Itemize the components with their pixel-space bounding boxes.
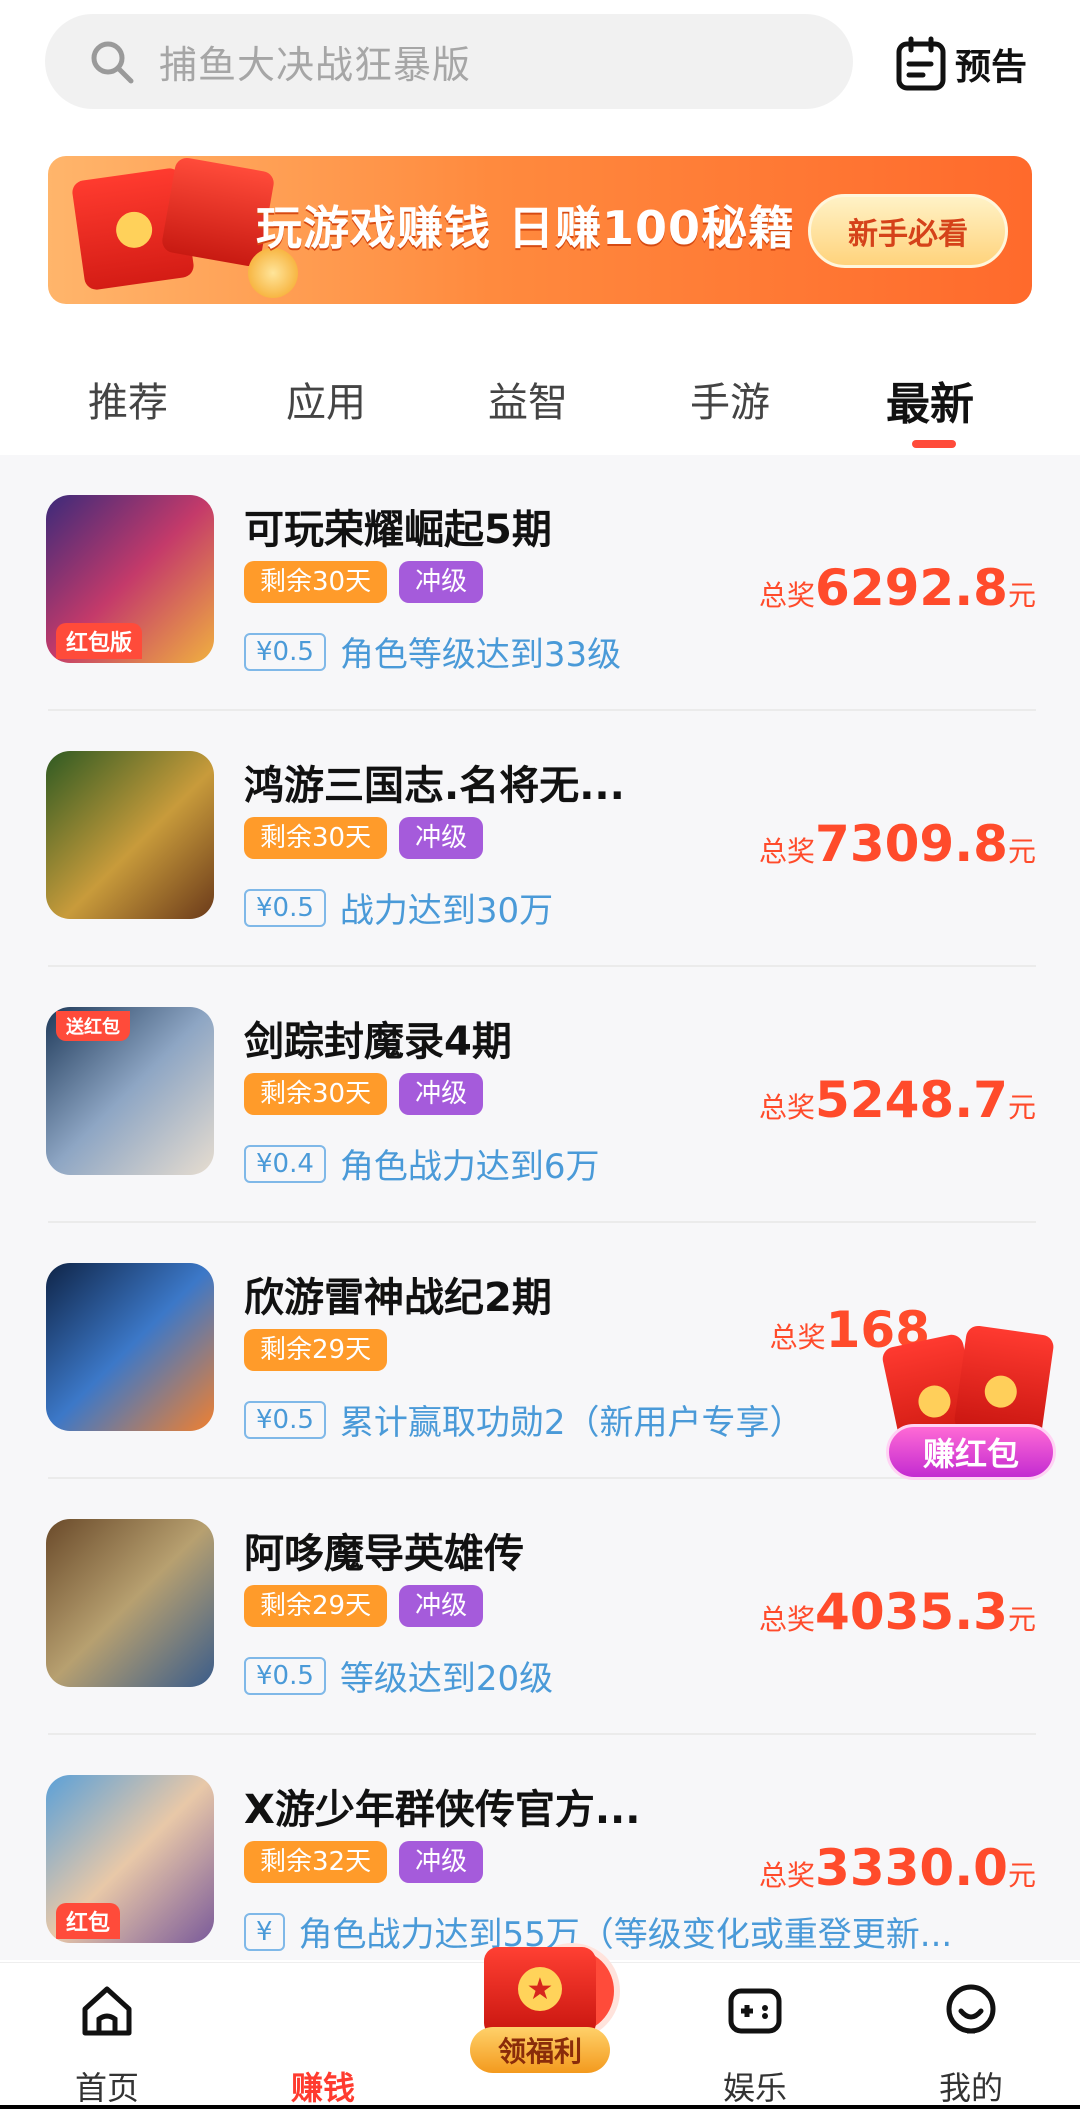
prize-value: 5248.7 [815, 1071, 1008, 1129]
level-badge: 冲级 [399, 1585, 484, 1627]
total-prize: 总奖 7309.8 元 [759, 815, 1036, 873]
total-prize: 总奖 6292.8 元 [759, 559, 1036, 617]
nav-entertainment[interactable]: 娱乐 [680, 1963, 830, 2109]
game-list: 红包版 可玩荣耀崛起5期 剩余30天 冲级 ¥0.5 角色等级达到33级 总奖 … [0, 455, 1080, 1960]
search-bar[interactable]: 捕鱼大决战狂暴版 [45, 14, 853, 109]
days-left-badge: 剩余32天 [244, 1841, 388, 1883]
prize-label: 总奖 [769, 1321, 826, 1354]
total-prize: 总奖 5248.7 元 [759, 1071, 1036, 1129]
days-left-badge: 剩余30天 [244, 561, 388, 603]
calendar-icon [895, 36, 947, 92]
reward-amount: ¥0.5 [244, 632, 326, 671]
thumb-tag: 红包 [56, 1903, 121, 1939]
days-left-badge: 剩余29天 [244, 1329, 388, 1371]
thumb-tag: 送红包 [56, 1011, 130, 1041]
promo-banner[interactable]: 玩游戏赚钱 日赚100秘籍 新手必看 [48, 156, 1032, 304]
prize-label: 总奖 [759, 1091, 816, 1124]
tab-apps[interactable]: 应用 [286, 370, 366, 428]
category-tabs: 推荐 应用 益智 手游 最新 [0, 340, 1080, 450]
game-name: 剑踪封魔录4期 [244, 1019, 512, 1065]
reward-amount: ¥0.5 [244, 888, 326, 927]
prize-label: 总奖 [759, 579, 816, 612]
task-description: 角色战力达到55万（等级变化或重登更新... [298, 1915, 953, 1955]
total-prize: 总奖 3330.0 元 [759, 1839, 1036, 1897]
nav-profile-label: 我的 [938, 2069, 1003, 2107]
reward-amount: ¥ [244, 1912, 285, 1951]
days-left-badge: 剩余30天 [244, 1073, 388, 1115]
prize-label: 总奖 [759, 1859, 816, 1892]
preview-button[interactable]: 预告 [895, 36, 1027, 92]
days-left-badge: 剩余29天 [244, 1585, 388, 1627]
task-description: 等级达到20级 [339, 1659, 554, 1699]
prize-unit: 元 [1007, 1603, 1036, 1636]
preview-label: 预告 [955, 47, 1028, 88]
star-icon: ★ [518, 1967, 562, 2011]
game-thumbnail [46, 751, 214, 919]
home-indicator [0, 2105, 1080, 2109]
total-prize: 总奖 4035.3 元 [759, 1583, 1036, 1641]
nav-profile[interactable]: 我的 [896, 1963, 1046, 2109]
banner-title: 玩游戏赚钱 日赚100秘籍 [256, 201, 796, 255]
prize-label: 总奖 [759, 835, 816, 868]
tab-recommend[interactable]: 推荐 [88, 370, 168, 428]
prize-value: 4035.3 [815, 1583, 1008, 1641]
list-item[interactable]: 阿哆魔导英雄传 剩余29天 冲级 ¥0.5 等级达到20级 总奖 4035.3 … [0, 1479, 1080, 1735]
level-badge: 冲级 [399, 1073, 484, 1115]
game-name: 鸿游三国志.名将无... [244, 763, 625, 809]
game-thumbnail: 送红包 [46, 1007, 214, 1175]
reward-amount: ¥0.4 [244, 1144, 326, 1183]
game-name: 阿哆魔导英雄传 [244, 1531, 524, 1577]
banner-cta-button[interactable]: 新手必看 [808, 194, 1008, 268]
prize-unit: 元 [1007, 1091, 1036, 1124]
prize-unit: 元 [1007, 579, 1036, 612]
home-icon [77, 1981, 137, 2041]
game-thumbnail: 红包 [46, 1775, 214, 1943]
tab-newest[interactable]: 最新 [886, 368, 974, 432]
nav-earn[interactable]: ¥ 赚钱 [248, 1943, 620, 2109]
game-name: 欣游雷神战纪2期 [244, 1275, 552, 1321]
days-left-badge: 剩余30天 [244, 817, 388, 859]
task-description: 累计赢取功勋2（新用户专享） [339, 1403, 804, 1443]
level-badge: 冲级 [399, 817, 484, 859]
game-thumbnail: 红包版 [46, 495, 214, 663]
prize-label: 总奖 [759, 1603, 816, 1636]
tab-mobile-games[interactable]: 手游 [690, 370, 770, 428]
level-badge: 冲级 [399, 1841, 484, 1883]
search-icon [87, 37, 137, 87]
bottom-nav: 首页 ¥ 赚钱 ★ 领福利 娱乐 我的 [0, 1943, 1080, 2109]
nav-welfare-label: 领福利 [470, 2027, 610, 2073]
nav-home-label: 首页 [74, 2069, 139, 2107]
task-description: 角色等级达到33级 [339, 635, 622, 675]
header: 捕鱼大决战狂暴版 预告 [0, 0, 1080, 140]
reward-amount: ¥0.5 [244, 1400, 326, 1439]
nav-entertainment-label: 娱乐 [722, 2069, 787, 2107]
earn-red-packet-button[interactable]: 赚红包 [880, 1320, 1060, 1490]
prize-value: 6292.8 [815, 559, 1008, 617]
reward-amount: ¥0.5 [244, 1656, 326, 1695]
earn-red-packet-label: 赚红包 [886, 1424, 1056, 1480]
gamepad-icon [725, 1981, 785, 2041]
game-name: X游少年群侠传官方... [244, 1787, 641, 1833]
prize-value: 7309.8 [815, 815, 1008, 873]
nav-home[interactable]: 首页 [32, 1963, 182, 2109]
prize-unit: 元 [1007, 1859, 1036, 1892]
thumb-tag: 红包版 [56, 623, 143, 659]
profile-icon [941, 1981, 1001, 2041]
list-item[interactable]: 红包版 可玩荣耀崛起5期 剩余30天 冲级 ¥0.5 角色等级达到33级 总奖 … [0, 455, 1080, 711]
list-item[interactable]: 送红包 剑踪封魔录4期 剩余30天 冲级 ¥0.4 角色战力达到6万 总奖 52… [0, 967, 1080, 1223]
prize-unit: 元 [1007, 835, 1036, 868]
active-tab-indicator [912, 440, 956, 448]
level-badge: 冲级 [399, 561, 484, 603]
tab-puzzle[interactable]: 益智 [488, 370, 568, 428]
nav-earn-label: 赚钱 [290, 2069, 355, 2107]
game-thumbnail [46, 1263, 214, 1431]
search-input[interactable]: 捕鱼大决战狂暴版 [159, 34, 471, 89]
task-description: 角色战力达到6万 [339, 1147, 600, 1187]
list-item[interactable]: 鸿游三国志.名将无... 剩余30天 冲级 ¥0.5 战力达到30万 总奖 73… [0, 711, 1080, 967]
game-thumbnail [46, 1519, 214, 1687]
prize-value: 3330.0 [815, 1839, 1008, 1897]
task-description: 战力达到30万 [339, 891, 554, 931]
nav-welfare[interactable]: ★ 领福利 [462, 1937, 618, 2087]
game-name: 可玩荣耀崛起5期 [244, 507, 552, 553]
